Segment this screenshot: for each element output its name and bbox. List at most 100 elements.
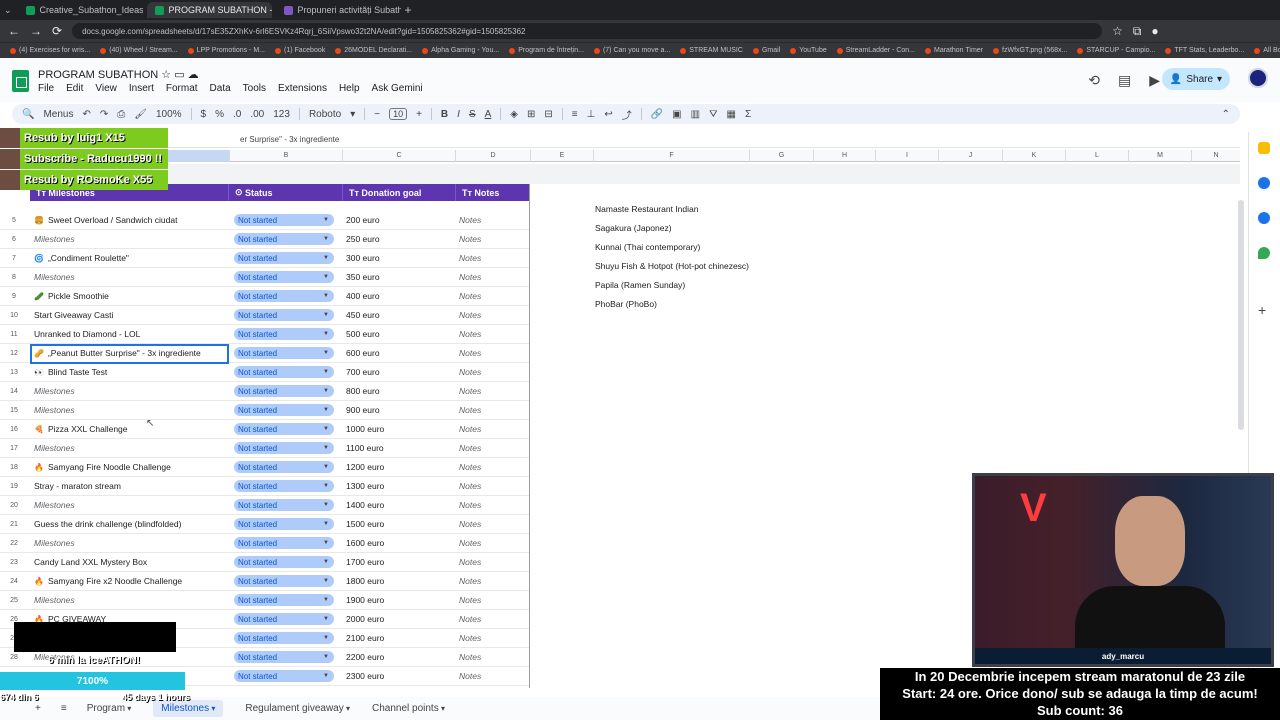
notes-cell[interactable]: Notes xyxy=(459,671,481,681)
donation-goal-cell[interactable]: 250 euro xyxy=(346,234,380,244)
notes-cell[interactable]: Notes xyxy=(459,386,481,396)
notes-cell[interactable]: Notes xyxy=(459,329,481,339)
donation-goal-cell[interactable]: 1800 euro xyxy=(346,576,384,586)
donation-goal-cell[interactable]: 800 euro xyxy=(346,386,380,396)
header-notes[interactable]: Tт Notes xyxy=(456,184,530,201)
row-number[interactable]: 18 xyxy=(0,464,28,471)
donation-goal-cell[interactable]: 1200 euro xyxy=(346,462,384,472)
forward-icon[interactable]: → xyxy=(30,24,42,38)
status-dropdown[interactable]: Not started ▼ xyxy=(234,556,334,568)
restaurant-item[interactable]: PhoBar (PhoBo) xyxy=(595,295,749,314)
donation-goal-cell[interactable]: 2000 euro xyxy=(346,614,384,624)
menu-item-insert[interactable]: Insert xyxy=(129,83,154,94)
notes-cell[interactable]: Notes xyxy=(459,481,481,491)
font-select[interactable]: Roboto xyxy=(309,109,341,120)
notes-cell[interactable]: Notes xyxy=(459,348,481,358)
row-number[interactable]: 24 xyxy=(0,578,28,585)
row-number[interactable]: 11 xyxy=(0,331,28,338)
status-dropdown[interactable]: Not started ▼ xyxy=(234,252,334,264)
bookmark-item[interactable]: LPP Promotions - M... xyxy=(187,47,265,54)
donation-goal-cell[interactable]: 300 euro xyxy=(346,253,380,263)
browser-tab[interactable]: Creative_Subathon_Ideas.xlsx✕ xyxy=(18,2,143,18)
column-header-j[interactable]: J xyxy=(938,150,1002,162)
bookmark-item[interactable]: Alpha Gaming - You... xyxy=(422,47,499,54)
notes-cell[interactable]: Notes xyxy=(459,310,481,320)
menu-item-view[interactable]: View xyxy=(95,83,117,94)
notes-cell[interactable]: Notes xyxy=(459,652,481,662)
menu-item-extensions[interactable]: Extensions xyxy=(278,83,327,94)
notes-cell[interactable]: Notes xyxy=(459,291,481,301)
restaurant-item[interactable]: Shuyu Fish & Hotpot (Hot-pot chinezesc) xyxy=(595,257,749,276)
notes-cell[interactable]: Notes xyxy=(459,576,481,586)
milestone-cell[interactable]: Candy Land XXL Mystery Box xyxy=(34,557,226,567)
status-dropdown[interactable]: Not started ▼ xyxy=(234,651,334,663)
menu-item-edit[interactable]: Edit xyxy=(66,83,83,94)
zoom-select[interactable]: 100% xyxy=(156,109,182,120)
add-sheet-icon[interactable]: + xyxy=(35,703,41,714)
notes-cell[interactable]: Notes xyxy=(459,234,481,244)
bookmark-item[interactable]: STREAM MUSIC xyxy=(680,47,743,54)
milestone-cell[interactable]: 🥒 Pickle Smoothie xyxy=(34,291,226,301)
star-icon[interactable]: ☆ xyxy=(161,69,171,81)
donation-goal-cell[interactable]: 1400 euro xyxy=(346,500,384,510)
menu-item-tools[interactable]: Tools xyxy=(243,83,266,94)
search-icon[interactable]: 🔍 xyxy=(22,109,34,120)
bookmark-item[interactable]: StreamLadder - Con... xyxy=(836,47,915,54)
status-dropdown[interactable]: Not started ▼ xyxy=(234,214,334,226)
status-dropdown[interactable]: Not started ▼ xyxy=(234,404,334,416)
chart-icon[interactable]: ▥ xyxy=(691,109,700,120)
rotate-icon[interactable]: ⤴ xyxy=(622,107,632,122)
row-number[interactable]: 12 xyxy=(0,350,28,357)
row-number[interactable]: 7 xyxy=(0,255,28,262)
menu-item-help[interactable]: Help xyxy=(339,83,360,94)
sheet-tab-milestones[interactable]: Milestones ▾ xyxy=(153,700,224,717)
row-number[interactable]: 8 xyxy=(0,274,28,281)
milestone-cell[interactable]: Milestones xyxy=(34,500,226,510)
donation-goal-cell[interactable]: 500 euro xyxy=(346,329,380,339)
status-dropdown[interactable]: Not started ▼ xyxy=(234,442,334,454)
formula-bar[interactable]: er Surprise" - 3x ingrediente xyxy=(0,132,1240,148)
bookmark-item[interactable]: Gmail xyxy=(752,47,780,54)
url-field[interactable]: docs.google.com/spreadsheets/d/17sE35ZXh… xyxy=(72,23,1103,39)
bookmark-item[interactable]: Marathon Timer xyxy=(925,47,983,54)
bookmark-item[interactable]: (1) Facebook xyxy=(275,47,325,54)
header-donation-goal[interactable]: Tт Donation goal xyxy=(343,184,456,201)
notes-cell[interactable]: Notes xyxy=(459,443,481,453)
filter-views-icon[interactable]: ▦ xyxy=(726,109,735,120)
milestone-cell[interactable]: Milestones xyxy=(34,272,226,282)
restaurant-item[interactable]: Kunnai (Thai contemporary) xyxy=(595,238,749,257)
row-number[interactable]: 20 xyxy=(0,502,28,509)
row-number[interactable]: 23 xyxy=(0,559,28,566)
keep-icon[interactable] xyxy=(1258,142,1270,154)
bookmark-item[interactable]: fzWfxGT.png (568x... xyxy=(993,47,1067,54)
notes-cell[interactable]: Notes xyxy=(459,272,481,282)
milestone-cell[interactable]: Unranked to Diamond - LOL xyxy=(34,329,226,339)
row-number[interactable]: 17 xyxy=(0,445,28,452)
decrease-decimal-button[interactable]: .0 xyxy=(233,109,241,120)
donation-goal-cell[interactable]: 1300 euro xyxy=(346,481,384,491)
notes-cell[interactable]: Notes xyxy=(459,253,481,263)
row-number[interactable]: 5 xyxy=(0,217,28,224)
font-size-field[interactable]: 10 xyxy=(389,108,408,120)
row-number[interactable]: 15 xyxy=(0,407,28,414)
row-number[interactable]: 19 xyxy=(0,483,28,490)
status-dropdown[interactable]: Not started ▼ xyxy=(234,499,334,511)
notes-cell[interactable]: Notes xyxy=(459,500,481,510)
maps-icon[interactable] xyxy=(1258,247,1270,259)
bookmark-item[interactable]: (4) Exercises for wris... xyxy=(10,47,90,54)
milestone-cell[interactable]: 🍕 Pizza XXL Challenge xyxy=(34,424,226,434)
valign-icon[interactable]: ⊥ xyxy=(587,109,596,120)
paint-format-icon[interactable]: 🖌 xyxy=(134,109,147,120)
filter-icon[interactable]: ⛛ xyxy=(709,109,717,120)
status-dropdown[interactable]: Not started ▼ xyxy=(234,328,334,340)
restaurant-item[interactable]: Namaste Restaurant Indian xyxy=(595,200,749,219)
bookmark-item[interactable]: YouTube xyxy=(790,47,827,54)
fill-color-icon[interactable]: ◈ xyxy=(510,109,518,120)
header-status[interactable]: ⊙ Status xyxy=(229,184,343,201)
bookmark-item[interactable]: 26MODEL Declarati... xyxy=(335,47,412,54)
status-dropdown[interactable]: Not started ▼ xyxy=(234,423,334,435)
bookmark-item[interactable]: Program de întrețin... xyxy=(509,47,584,54)
status-dropdown[interactable]: Not started ▼ xyxy=(234,290,334,302)
column-header-c[interactable]: C xyxy=(342,150,455,162)
status-dropdown[interactable]: Not started ▼ xyxy=(234,613,334,625)
